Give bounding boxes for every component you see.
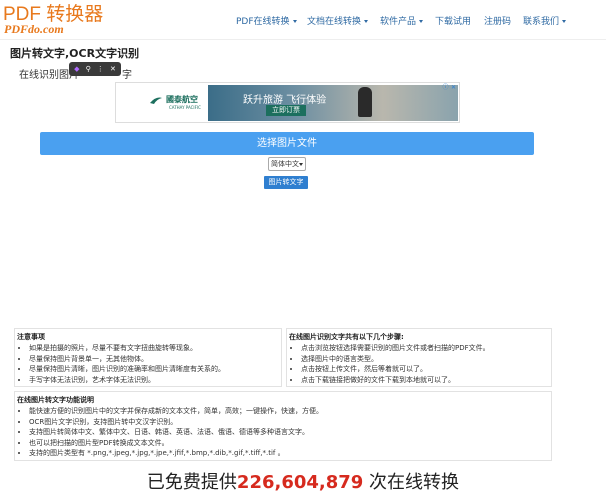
main-nav: PDF在线转换 文档在线转换 软件产品 下载试用 注册码 联系我们 <box>0 14 606 30</box>
counter-suffix: 次在线转换 <box>363 472 460 493</box>
nav-pdf-convert[interactable]: PDF在线转换 <box>236 14 297 27</box>
list-item: 也可以把扫描的图片型PDF转换成文本文件。 <box>29 438 323 449</box>
chevron-down-icon <box>562 20 567 23</box>
counter-number: 226,604,879 <box>236 472 364 493</box>
conversion-counter: 已免费提供226,604,879 次在线转换 <box>0 468 606 494</box>
nav-label: PDF在线转换 <box>236 17 290 27</box>
ad-image: 跃升旅游 飞行体验 立即订票 <box>208 85 458 121</box>
list-item: 支持图片转简体中文、繁体中文、日语、韩语、英语、法语、俄语、德语等多种语言文字。 <box>29 427 323 438</box>
nav-software[interactable]: 软件产品 <box>380 14 424 27</box>
page-description-end: 字 <box>122 70 132 81</box>
ad-info-icon[interactable]: ⓘ <box>442 84 449 91</box>
floating-toolbar: ◆ ⚲ ⋮ ✕ <box>69 62 121 76</box>
list-item: 选择图片中的语言类型。 <box>301 354 490 365</box>
search-icon[interactable]: ⚲ <box>86 62 91 76</box>
list-item: 点击下载链接把做好的文件下载到本地就可以了。 <box>301 375 490 386</box>
nav-label: 下载试用 <box>435 17 472 27</box>
list-item: OCR图片文字识别，支持图片转中文汉字识别。 <box>29 417 323 428</box>
chevron-down-icon <box>299 163 303 166</box>
notes-box: 注意事项 如果是拍摄的照片，尽量不要有文字扭曲旋转等现象。 尽量保持图片背景单一… <box>14 328 282 387</box>
nav-contact[interactable]: 联系我们 <box>523 14 567 27</box>
convert-button[interactable]: 图片转文字 <box>264 176 308 189</box>
language-select-value: 简体中文 <box>271 160 299 168</box>
notes-title: 注意事项 <box>17 333 45 341</box>
site-header: PDF 转换器 PDFdo.com PDF在线转换 文档在线转换 软件产品 下载… <box>0 0 606 40</box>
list-item: 点击按钮上传文件，然后等着就可以了。 <box>301 364 490 375</box>
chevron-down-icon <box>364 20 369 23</box>
list-item: 如果是拍摄的照片，尽量不要有文字扭曲旋转等现象。 <box>29 343 225 354</box>
page-title: 图片转文字,OCR文字识别 <box>10 47 140 60</box>
more-icon[interactable]: ⋮ <box>97 62 104 76</box>
list-item: 支持的图片类型有 *.png,*.jpeg,*.jpg,*.jpe,*.jfif… <box>29 448 323 459</box>
ad-close-icon[interactable]: ✕ <box>450 84 457 91</box>
nav-register[interactable]: 注册码 <box>484 14 511 27</box>
nav-label: 联系我们 <box>523 17 560 27</box>
features-box: 在线图片转文字功能说明 能快速方便的识别图片中的文字并保存成新的文本文件，简单，… <box>14 391 552 461</box>
list-item: 尽量保持图片背景单一，无其他物体。 <box>29 354 225 365</box>
steps-title: 在线图片识别文字共有以下几个步骤: <box>289 333 404 341</box>
nav-label: 注册码 <box>484 17 512 27</box>
list-item: 点击浏览按钮选择需要识别的图片文件或者扫描的PDF文件。 <box>301 343 490 354</box>
ad-cta-button[interactable]: 立即订票 <box>266 105 306 116</box>
ad-brand-sub: CATHAY PACIFIC <box>169 105 201 110</box>
chevron-down-icon <box>419 20 424 23</box>
close-icon[interactable]: ✕ <box>110 62 116 76</box>
nav-download[interactable]: 下载试用 <box>435 14 471 27</box>
nav-label: 文档在线转换 <box>307 17 362 27</box>
features-title: 在线图片转文字功能说明 <box>17 396 94 404</box>
chevron-down-icon <box>292 20 297 23</box>
steps-box: 在线图片识别文字共有以下几个步骤: 点击浏览按钮选择需要识别的图片文件或者扫描的… <box>286 328 552 387</box>
steps-list: 点击浏览按钮选择需要识别的图片文件或者扫描的PDF文件。 选择图片中的语言类型。… <box>301 343 490 385</box>
list-item: 能快速方便的识别图片中的文字并保存成新的文本文件，简单，高效；一键操作，快速，方… <box>29 406 323 417</box>
ad-headline: 跃升旅游 飞行体验 <box>243 95 327 106</box>
nav-doc-convert[interactable]: 文档在线转换 <box>307 14 369 27</box>
ad-person-figure <box>358 87 372 117</box>
nav-label: 软件产品 <box>380 17 417 27</box>
list-item: 尽量保持图片清晰，图片识别的准确率和图片清晰度有关系的。 <box>29 364 225 375</box>
airline-logo-icon <box>150 97 162 104</box>
counter-prefix: 已免费提供 <box>146 472 237 493</box>
app-icon[interactable]: ◆ <box>74 62 79 76</box>
choose-image-button[interactable]: 选择图片文件 <box>40 132 534 155</box>
notes-list: 如果是拍摄的照片，尽量不要有文字扭曲旋转等现象。 尽量保持图片背景单一，无其他物… <box>29 343 225 385</box>
list-item: 手写字体无法识别，艺术字体无法识别。 <box>29 375 225 386</box>
ad-brand: 國泰航空 <box>166 95 198 104</box>
features-list: 能快速方便的识别图片中的文字并保存成新的文本文件，简单，高效；一键操作，快速，方… <box>29 406 323 459</box>
language-select[interactable]: 简体中文 <box>268 157 306 171</box>
advertisement-banner[interactable]: 國泰航空 CATHAY PACIFIC 跃升旅游 飞行体验 立即订票 ⓘ ✕ <box>115 82 460 123</box>
